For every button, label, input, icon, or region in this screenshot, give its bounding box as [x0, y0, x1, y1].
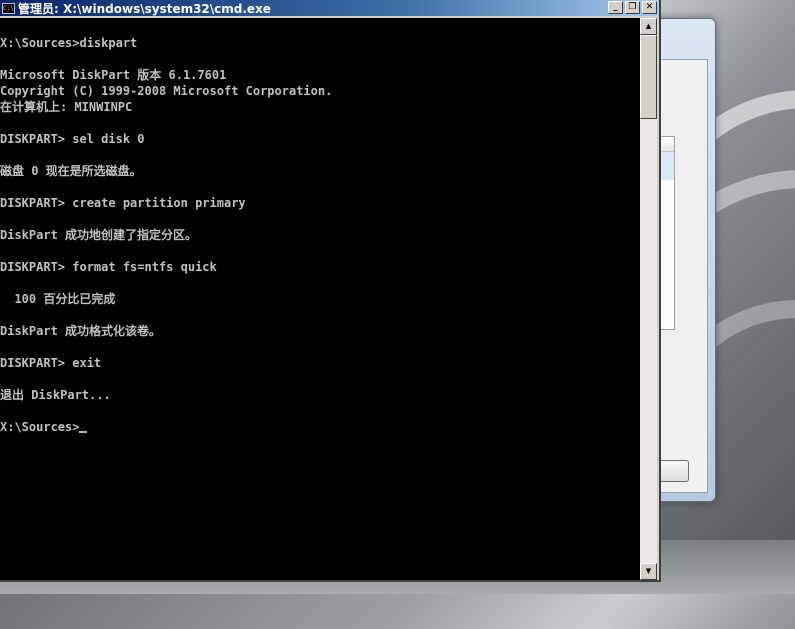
- console-line: DISKPART> format fs=ntfs quick: [0, 260, 217, 274]
- console-line: DiskPart 成功地创建了指定分区。: [0, 228, 198, 242]
- window-title: 管理员: X:\windows\system32\cmd.exe: [18, 1, 271, 16]
- console-line: Microsoft DiskPart 版本 6.1.7601: [0, 68, 227, 82]
- minimize-button[interactable]: _: [608, 1, 623, 14]
- scroll-up-button[interactable]: ▲: [640, 18, 657, 35]
- console-line: 磁盘 0 现在是所选磁盘。: [0, 164, 142, 178]
- cmd-window[interactable]: C:\ 管理员: X:\windows\system32\cmd.exe _ ❐…: [0, 0, 661, 582]
- console-line: DISKPART> exit: [0, 356, 102, 370]
- scroll-thumb[interactable]: [640, 35, 657, 119]
- title-bar[interactable]: C:\ 管理员: X:\windows\system32\cmd.exe _ ❐…: [0, 0, 659, 16]
- console-line: Copyright (C) 1999-2008 Microsoft Corpor…: [0, 84, 333, 98]
- close-button[interactable]: ✕: [642, 1, 657, 14]
- console-line: 100 百分比已完成: [0, 292, 116, 306]
- console-line: DISKPART> sel disk 0: [0, 132, 145, 146]
- console-prompt-line[interactable]: X:\Sources>: [0, 419, 640, 435]
- scroll-down-button[interactable]: ▼: [640, 563, 657, 580]
- console-text: X:\Sources>diskpart Microsoft DiskPart 版本…: [0, 18, 640, 435]
- console-line: DiskPart 成功格式化该卷。: [0, 324, 162, 338]
- console-output[interactable]: X:\Sources>diskpart Microsoft DiskPart 版本…: [0, 18, 640, 580]
- console-line: DISKPART> create partition primary: [0, 196, 246, 210]
- maximize-button[interactable]: ❐: [625, 1, 640, 14]
- console-prompt: X:\Sources>: [0, 420, 80, 434]
- vertical-scrollbar[interactable]: ▲ ▼: [640, 18, 657, 580]
- console-line: 在计算机上: MINWINPC: [0, 100, 133, 114]
- console-line: 退出 DiskPart...: [0, 388, 111, 402]
- window-controls: _ ❐ ✕: [608, 1, 657, 14]
- console-line: X:\Sources>diskpart: [0, 36, 138, 50]
- text-cursor: [79, 431, 88, 433]
- cmd-icon[interactable]: C:\: [2, 2, 15, 14]
